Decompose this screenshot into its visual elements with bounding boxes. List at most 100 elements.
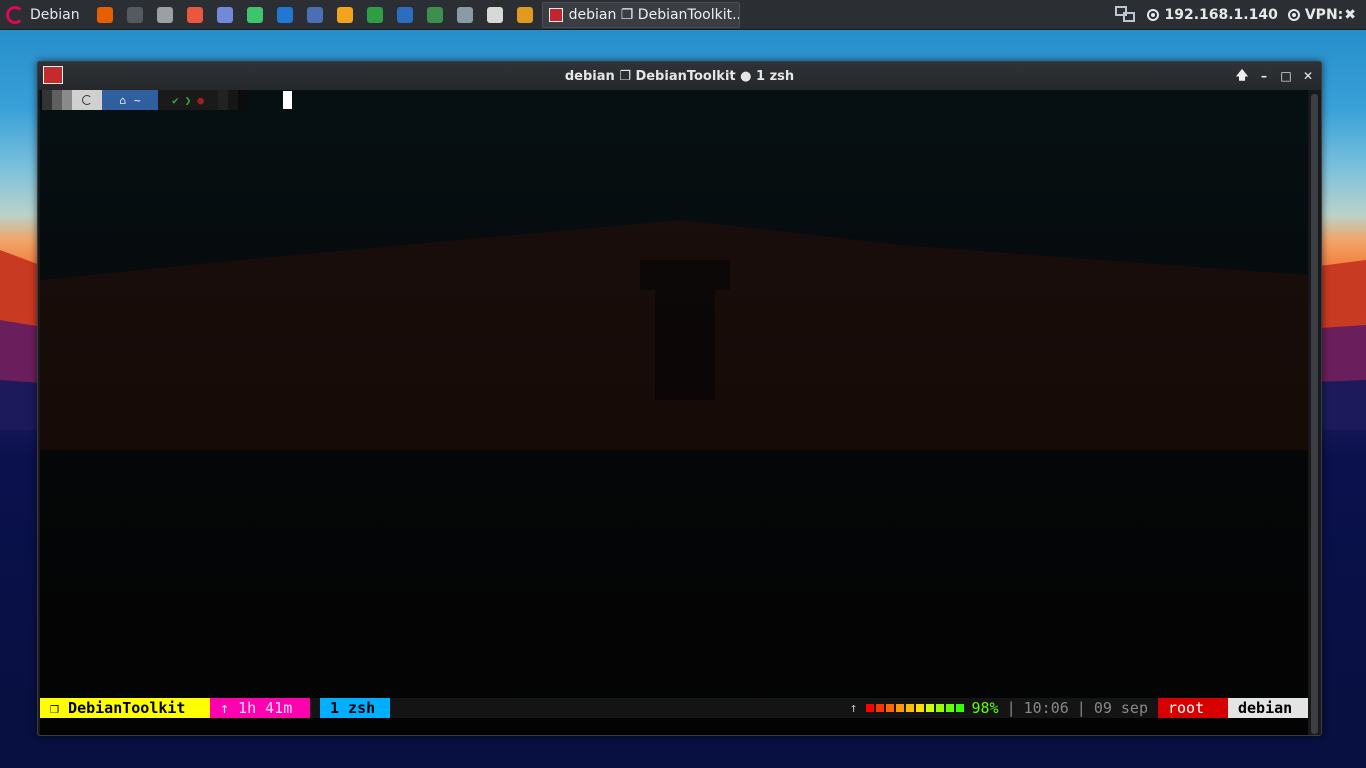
battery-cell bbox=[945, 704, 954, 712]
prompt-fade-5 bbox=[228, 90, 238, 110]
launcher-sublime[interactable] bbox=[180, 0, 210, 30]
maximize-button[interactable]: □ bbox=[1277, 67, 1295, 85]
file-manager-icon bbox=[156, 6, 173, 23]
launcher-spreadsheet[interactable] bbox=[360, 0, 390, 30]
ip-indicator-icon bbox=[1147, 8, 1160, 21]
battery-cell bbox=[925, 704, 934, 712]
spreadsheet-icon bbox=[366, 6, 383, 23]
launcher-cheese[interactable] bbox=[480, 0, 510, 30]
prompt-arrow-icon: ❯ bbox=[184, 93, 192, 107]
home-icon: ⌂ bbox=[119, 93, 126, 107]
tmux-status-bar: ❐ DebianToolkit ↑ 1h 41m 1 zsh ↑ 98% | 1… bbox=[40, 698, 1308, 718]
launcher-file-manager[interactable] bbox=[150, 0, 180, 30]
firefox-icon bbox=[96, 6, 113, 23]
ip-address-text: 192.168.1.140 bbox=[1164, 6, 1278, 23]
vpn-indicator: VPN: ✖ bbox=[1287, 6, 1356, 23]
ip-address-indicator: 192.168.1.140 bbox=[1147, 6, 1278, 23]
network-icon[interactable] bbox=[1115, 5, 1137, 24]
debian-swirl-icon bbox=[82, 95, 92, 105]
terminal-icon bbox=[126, 6, 143, 23]
launcher-terminal[interactable] bbox=[120, 0, 150, 30]
battery-bar bbox=[865, 704, 964, 712]
prompt-fade-2 bbox=[52, 90, 62, 110]
status-segment: ✔ ❯ ● bbox=[158, 90, 218, 110]
launcher-bar bbox=[90, 0, 540, 30]
launcher-document[interactable] bbox=[390, 0, 420, 30]
taskbar-active-window-label: debian ❐ DebianToolkit... bbox=[568, 6, 740, 23]
uptime-segment: ↑ 1h 41m bbox=[210, 698, 310, 718]
start-menu-button[interactable]: Debian bbox=[0, 0, 88, 30]
record-dot-icon: ● bbox=[197, 93, 204, 107]
launcher-network-tool[interactable] bbox=[300, 0, 330, 30]
close-button[interactable]: ✕ bbox=[1299, 67, 1317, 85]
launcher-firefox[interactable] bbox=[90, 0, 120, 30]
window-tab-active[interactable]: 1 zsh bbox=[320, 698, 390, 718]
launcher-shark[interactable] bbox=[270, 0, 300, 30]
launcher-editor[interactable] bbox=[330, 0, 360, 30]
minimize-button[interactable]: – bbox=[1255, 67, 1273, 85]
status-separator-2: | bbox=[1076, 699, 1086, 717]
keep-above-button[interactable]: 🡅 bbox=[1233, 67, 1251, 85]
editor-icon bbox=[336, 6, 353, 23]
wallpaper-reflection bbox=[40, 220, 1308, 450]
terminal-scrollbar[interactable] bbox=[1311, 94, 1318, 734]
vpn-status: ✖ bbox=[1344, 6, 1356, 23]
debian-logo-icon bbox=[6, 5, 24, 24]
monitor-icon bbox=[456, 6, 473, 23]
status-right: ↑ 98% | 10:06 | 09 sep root debian bbox=[850, 698, 1308, 718]
start-menu-label: Debian bbox=[30, 6, 80, 23]
launcher-monitor[interactable] bbox=[450, 0, 480, 30]
taskbar: Debian debian ❐ DebianToolkit... 192.168… bbox=[0, 0, 1366, 30]
session-segment[interactable]: ❐ DebianToolkit bbox=[40, 698, 210, 718]
window-controls: 🡅 – □ ✕ bbox=[1233, 62, 1317, 90]
status-separator-1: | bbox=[1006, 699, 1016, 717]
battery-cell bbox=[955, 704, 964, 712]
battery-cell bbox=[875, 704, 884, 712]
clock-date: 09 sep bbox=[1093, 699, 1148, 717]
terminal-app-icon[interactable] bbox=[43, 66, 63, 84]
battery-percent: 98% bbox=[971, 699, 999, 717]
launcher-lightning[interactable] bbox=[240, 0, 270, 30]
battery-cell bbox=[865, 704, 874, 712]
globe-icon bbox=[426, 6, 443, 23]
taskbar-active-window[interactable]: debian ❐ DebianToolkit... bbox=[541, 1, 740, 28]
launcher-discord[interactable] bbox=[210, 0, 240, 30]
cheese-icon bbox=[486, 6, 503, 23]
battery-cell bbox=[895, 704, 904, 712]
launcher-magnifier[interactable] bbox=[510, 0, 540, 30]
directory-segment: ⌂ ~ bbox=[102, 90, 158, 110]
prompt-fade-1 bbox=[42, 90, 52, 110]
battery-cell bbox=[935, 704, 944, 712]
user-segment: root bbox=[1158, 698, 1228, 718]
terminal-area[interactable]: ⌂ ~ ✔ ❯ ● ❐ DebianToolkit ↑ 1h 41m 1 zsh… bbox=[40, 90, 1308, 735]
window-title: debian ❐ DebianToolkit ● 1 zsh bbox=[564, 68, 795, 84]
status-gap bbox=[310, 698, 320, 718]
magnifier-icon bbox=[516, 6, 533, 23]
terminal-window-icon bbox=[548, 7, 563, 22]
success-check-icon: ✔ bbox=[172, 93, 179, 107]
os-segment bbox=[72, 90, 102, 110]
discord-icon bbox=[216, 6, 233, 23]
vpn-indicator-icon bbox=[1287, 8, 1300, 21]
window-titlebar[interactable]: debian ❐ DebianToolkit ● 1 zsh 🡅 – □ ✕ bbox=[38, 62, 1321, 90]
document-icon bbox=[396, 6, 413, 23]
prompt-fade-4 bbox=[218, 90, 228, 110]
prompt-fade-6 bbox=[238, 90, 248, 110]
terminal-window: debian ❐ DebianToolkit ● 1 zsh 🡅 – □ ✕ ⌂… bbox=[37, 61, 1322, 736]
upload-arrow: ↑ bbox=[849, 700, 858, 716]
shark-icon bbox=[276, 6, 293, 23]
battery-cell bbox=[905, 704, 914, 712]
shell-prompt: ⌂ ~ ✔ ❯ ● bbox=[42, 90, 248, 110]
battery-cell bbox=[915, 704, 924, 712]
directory-text: ~ bbox=[134, 93, 141, 107]
network-tool-icon bbox=[306, 6, 323, 23]
clock-time: 10:06 bbox=[1023, 699, 1069, 717]
sublime-icon bbox=[186, 6, 203, 23]
launcher-globe[interactable] bbox=[420, 0, 450, 30]
prompt-fade-3 bbox=[62, 90, 72, 110]
host-segment: debian bbox=[1228, 698, 1308, 718]
system-tray: 192.168.1.140 VPN: ✖ bbox=[1115, 5, 1366, 24]
text-cursor bbox=[283, 91, 292, 109]
lightning-icon bbox=[246, 6, 263, 23]
battery-cell bbox=[885, 704, 894, 712]
